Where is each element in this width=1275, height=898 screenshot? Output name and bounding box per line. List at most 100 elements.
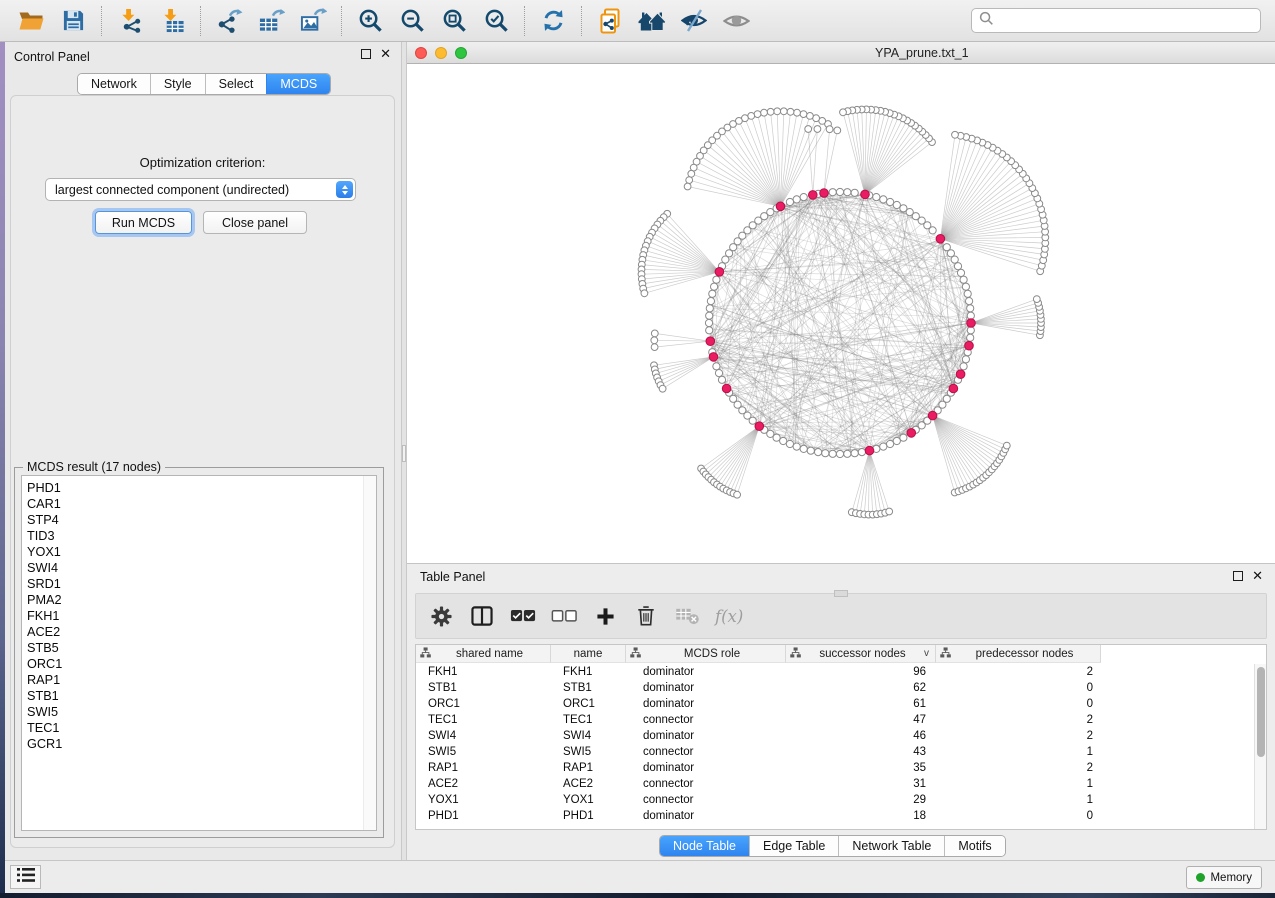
table-cell[interactable]: 0 <box>936 698 1101 710</box>
tab-edge-table[interactable]: Edge Table <box>749 836 838 856</box>
table-row[interactable]: SWI5SWI5connector431 <box>416 744 1254 760</box>
mcds-result-item[interactable]: TID3 <box>27 528 376 544</box>
table-cell[interactable]: 2 <box>936 762 1101 774</box>
mcds-result-item[interactable]: SRD1 <box>27 576 376 592</box>
tab-select[interactable]: Select <box>205 74 267 94</box>
tab-mcds[interactable]: MCDS <box>266 74 330 94</box>
table-row[interactable]: TEC1TEC1connector472 <box>416 712 1254 728</box>
search-box[interactable] <box>971 8 1261 33</box>
mcds-result-item[interactable]: CAR1 <box>27 496 376 512</box>
task-history-button[interactable] <box>10 865 41 889</box>
table-cell[interactable]: ACE2 <box>551 778 626 790</box>
home-icon[interactable] <box>635 4 669 38</box>
table-cell[interactable]: 1 <box>936 746 1101 758</box>
close-panel-button[interactable]: Close panel <box>203 211 307 234</box>
table-cell[interactable]: FKH1 <box>416 666 551 678</box>
function-builder-icon[interactable]: f(x) <box>715 607 743 626</box>
tab-motifs[interactable]: Motifs <box>944 836 1004 856</box>
tab-network[interactable]: Network <box>78 74 150 94</box>
table-cell[interactable]: 62 <box>786 682 936 694</box>
deselect-all-icon[interactable] <box>551 601 577 631</box>
close-panel-icon[interactable]: ✕ <box>380 49 391 59</box>
table-cell[interactable]: connector <box>626 714 786 726</box>
table-cell[interactable]: 61 <box>786 698 936 710</box>
mcds-result-item[interactable]: STB1 <box>27 688 376 704</box>
delete-table-icon[interactable] <box>674 601 700 631</box>
table-cell[interactable]: dominator <box>626 698 786 710</box>
table-cell[interactable]: PHD1 <box>551 810 626 822</box>
zoom-out-icon[interactable] <box>395 4 429 38</box>
save-icon[interactable] <box>56 4 90 38</box>
table-cell[interactable]: 18 <box>786 810 936 822</box>
table-cell[interactable]: 31 <box>786 778 936 790</box>
zoom-in-icon[interactable] <box>353 4 387 38</box>
clone-network-icon[interactable] <box>593 4 627 38</box>
mcds-result-item[interactable]: FKH1 <box>27 608 376 624</box>
table-cell[interactable]: dominator <box>626 762 786 774</box>
memory-button[interactable]: Memory <box>1186 866 1262 889</box>
table-row[interactable]: ACE2ACE2connector311 <box>416 776 1254 792</box>
table-cell[interactable]: RAP1 <box>416 762 551 774</box>
split-view-icon[interactable] <box>469 601 495 631</box>
table-cell[interactable]: 29 <box>786 794 936 806</box>
mcds-result-item[interactable]: PMA2 <box>27 592 376 608</box>
gear-icon[interactable] <box>428 601 454 631</box>
column-header-name[interactable]: name <box>551 645 626 663</box>
table-cell[interactable]: dominator <box>626 682 786 694</box>
mcds-result-item[interactable]: SWI4 <box>27 560 376 576</box>
mcds-result-item[interactable]: SWI5 <box>27 704 376 720</box>
table-cell[interactable]: 1 <box>936 794 1101 806</box>
mcds-result-item[interactable]: ACE2 <box>27 624 376 640</box>
mcds-result-item[interactable]: PHD1 <box>27 480 376 496</box>
export-network-icon[interactable] <box>212 4 246 38</box>
table-cell[interactable]: RAP1 <box>551 762 626 774</box>
table-cell[interactable]: connector <box>626 778 786 790</box>
chevron-down-icon[interactable]: v <box>924 648 929 659</box>
table-cell[interactable]: 35 <box>786 762 936 774</box>
table-cell[interactable]: SWI4 <box>551 730 626 742</box>
column-header-MCDS-role[interactable]: MCDS role <box>626 645 786 663</box>
mcds-result-item[interactable]: YOX1 <box>27 544 376 560</box>
export-image-icon[interactable] <box>296 4 330 38</box>
window-minimize-button[interactable] <box>435 47 447 59</box>
delete-column-icon[interactable] <box>633 601 659 631</box>
table-row[interactable]: PHD1PHD1dominator180 <box>416 808 1254 824</box>
table-cell[interactable]: 2 <box>936 714 1101 726</box>
table-cell[interactable]: TEC1 <box>416 714 551 726</box>
table-cell[interactable]: 47 <box>786 714 936 726</box>
table-cell[interactable]: dominator <box>626 810 786 822</box>
table-cell[interactable]: 96 <box>786 666 936 678</box>
table-cell[interactable]: dominator <box>626 666 786 678</box>
table-scrollbar-thumb[interactable] <box>1257 667 1265 757</box>
table-cell[interactable]: 43 <box>786 746 936 758</box>
column-header-shared-name[interactable]: shared name <box>416 645 551 663</box>
select-all-icon[interactable] <box>510 601 536 631</box>
table-cell[interactable]: ACE2 <box>416 778 551 790</box>
zoom-selected-icon[interactable] <box>479 4 513 38</box>
float-table-panel-icon[interactable] <box>1233 571 1243 581</box>
table-cell[interactable]: 0 <box>936 682 1101 694</box>
run-mcds-button[interactable]: Run MCDS <box>95 211 192 234</box>
table-scrollbar[interactable] <box>1254 664 1266 829</box>
table-row[interactable]: ORC1ORC1dominator610 <box>416 696 1254 712</box>
add-column-icon[interactable] <box>592 601 618 631</box>
table-cell[interactable]: YOX1 <box>416 794 551 806</box>
tab-style[interactable]: Style <box>150 74 205 94</box>
window-zoom-button[interactable] <box>455 47 467 59</box>
refresh-icon[interactable] <box>536 4 570 38</box>
table-cell[interactable]: ORC1 <box>551 698 626 710</box>
table-cell[interactable]: 1 <box>936 778 1101 790</box>
import-network-icon[interactable] <box>113 4 147 38</box>
table-cell[interactable]: SWI4 <box>416 730 551 742</box>
table-cell[interactable]: SWI5 <box>551 746 626 758</box>
search-input[interactable] <box>999 13 1253 29</box>
eye-icon[interactable] <box>719 4 753 38</box>
criterion-select[interactable]: largest connected component (undirected) <box>45 178 356 201</box>
splitter-handle[interactable] <box>402 445 406 462</box>
mcds-result-list[interactable]: PHD1CAR1STP4TID3YOX1SWI4SRD1PMA2FKH1ACE2… <box>21 475 377 831</box>
open-folder-icon[interactable] <box>14 4 48 38</box>
table-cell[interactable]: 2 <box>936 730 1101 742</box>
table-cell[interactable]: PHD1 <box>416 810 551 822</box>
network-canvas[interactable] <box>407 64 1275 563</box>
table-cell[interactable]: TEC1 <box>551 714 626 726</box>
